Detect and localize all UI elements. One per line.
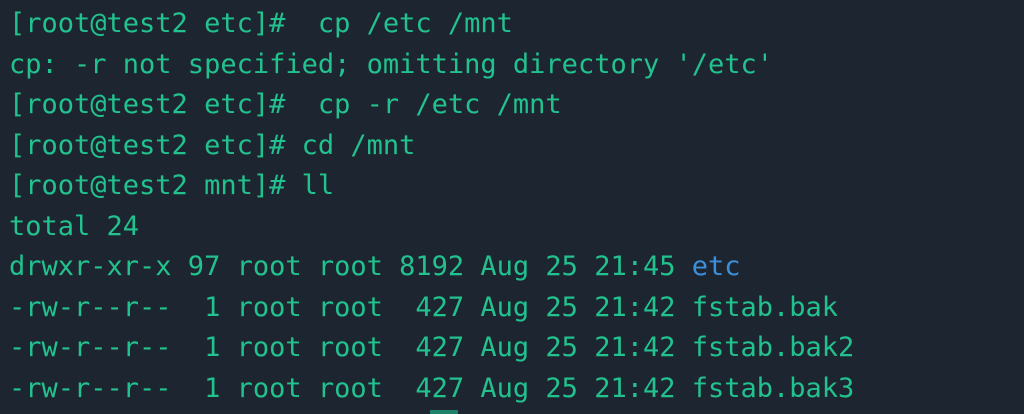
command-text: cp -r /etc /mnt — [285, 89, 562, 120]
terminal-line-command: [root@test2 etc]# cp /etc /mnt — [9, 4, 1024, 45]
command-text: ll — [285, 170, 335, 201]
listing-attributes: -rw-r--r-- 1 root root 427 Aug 25 21:42 — [9, 332, 692, 363]
listing-name-file: fstab.bak3 — [691, 372, 855, 404]
text-cursor — [430, 410, 458, 414]
shell-prompt: [root@test2 etc]# — [9, 8, 286, 39]
command-text: cp /etc /mnt — [285, 8, 513, 39]
listing-attributes: -rw-r--r-- 1 root root 427 Aug 25 21:42 — [9, 372, 692, 404]
listing-row: drwxr-xr-x 97 root root 8192 Aug 25 21:4… — [9, 247, 1024, 288]
terminal-window[interactable]: [root@test2 etc]# cp /etc /mnt cp: -r no… — [0, 0, 1024, 414]
listing-row: -rw-r--r-- 1 root root 427 Aug 25 21:42 … — [9, 369, 1024, 410]
listing-attributes: -rw-r--r-- 1 root root 427 Aug 25 21:42 — [9, 291, 692, 323]
shell-prompt: [root@test2 etc]# — [9, 89, 286, 120]
listing-name-file: fstab.bak2 — [691, 332, 855, 363]
listing-name-directory: etc — [691, 251, 741, 282]
shell-prompt: [root@test2 etc]# — [9, 129, 286, 161]
terminal-line-command: [root@test2 etc]# cp -r /etc /mnt — [9, 85, 1024, 126]
terminal-line-output: total 24 — [9, 210, 140, 242]
listing-name-file: fstab.bak — [691, 291, 839, 323]
command-text: cd /mnt — [285, 129, 416, 161]
shell-prompt: [root@test2 mnt]# — [9, 170, 286, 201]
terminal-line-command: [root@test2 mnt]# ll — [9, 166, 1024, 207]
listing-row: -rw-r--r-- 1 root root 427 Aug 25 21:42 … — [9, 328, 1024, 369]
listing-attributes: drwxr-xr-x 97 root root 8192 Aug 25 21:4… — [9, 251, 692, 282]
listing-row: -rw-r--r-- 1 root root 427 Aug 25 21:42 … — [9, 288, 1024, 329]
terminal-line-command: [root@test2 etc]# cd /mnt — [9, 126, 1024, 167]
terminal-line-output: cp: -r not specified; omitting directory… — [9, 48, 774, 80]
